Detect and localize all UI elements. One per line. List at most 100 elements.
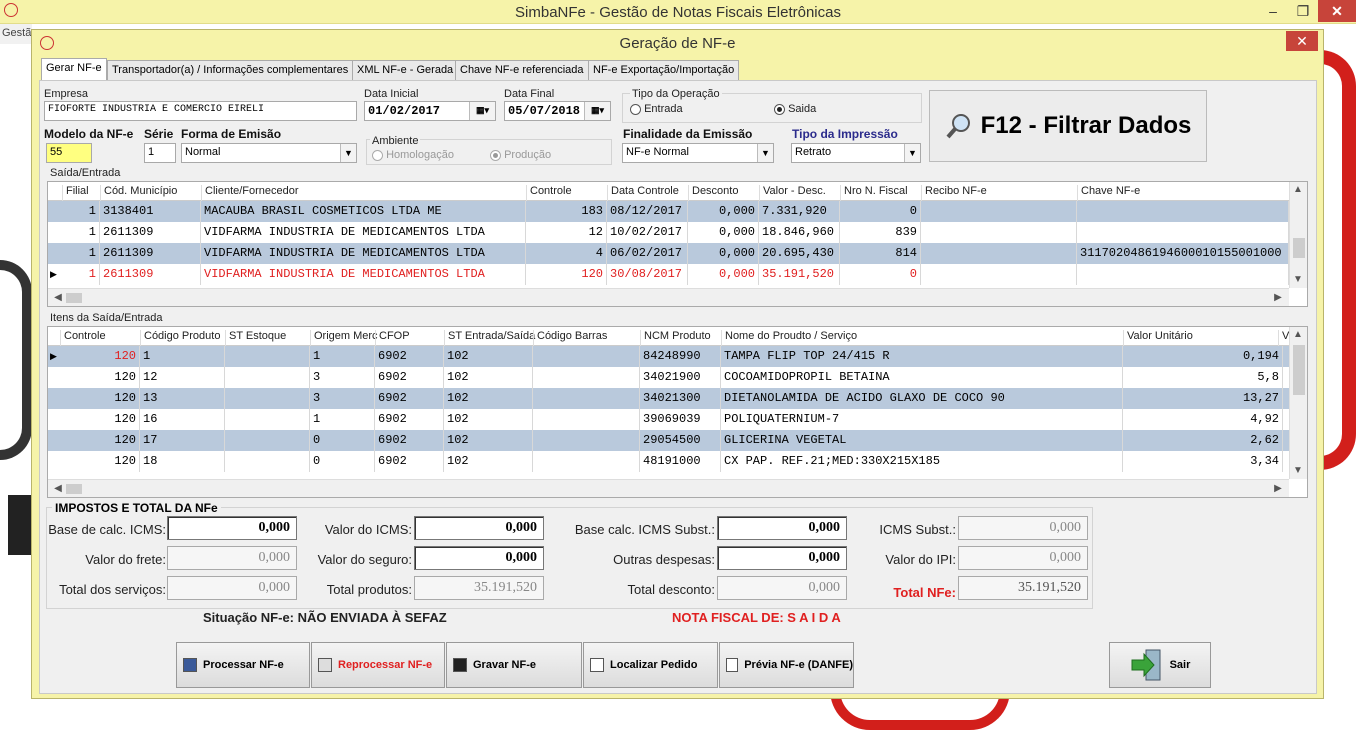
table-cell[interactable] — [1077, 201, 1289, 222]
table-cell[interactable] — [921, 201, 1077, 222]
table-cell[interactable]: 102 — [444, 451, 533, 472]
col-filial[interactable]: Filial — [62, 185, 89, 201]
chevron-down-icon[interactable]: ▼ — [340, 144, 356, 162]
col-v[interactable]: V — [1278, 330, 1289, 346]
table-cell[interactable]: 06/02/2017 — [607, 243, 688, 264]
table-row[interactable]: 120 12 3 6902 102 34021900 COCOAMIDOPROPIL BET… — [48, 367, 1289, 388]
table-cell[interactable]: 0 — [310, 430, 375, 451]
table-cell[interactable]: 1 — [310, 409, 375, 430]
table-row[interactable]: 120 18 0 6902 102 48191000 CX PAP. REF.21;MED:… — [48, 451, 1289, 472]
scroll-down-icon[interactable]: ▼ — [1290, 465, 1306, 476]
serie-field[interactable]: 1 — [144, 143, 176, 163]
itens-hscroll[interactable]: ◀ ▶ — [48, 479, 1289, 497]
table-cell[interactable]: 0,000 — [688, 243, 759, 264]
table-cell[interactable]: 102 — [444, 367, 533, 388]
table-cell[interactable] — [1077, 222, 1289, 243]
col-controle[interactable]: Controle — [526, 185, 572, 201]
table-cell[interactable] — [533, 367, 640, 388]
seguro-field[interactable]: 0,000 — [414, 546, 544, 570]
scroll-left-icon[interactable]: ◀ — [50, 483, 66, 494]
table-cell[interactable]: VIDFARMA INDUSTRIA DE MEDICAMENTOS LTDA — [201, 222, 526, 243]
radio-producao-circle[interactable] — [490, 149, 501, 161]
table-cell[interactable]: 0,194 — [1123, 346, 1283, 367]
table-cell[interactable]: DIETANOLAMIDA DE ACIDO GLAXO DE COCO 90 — [721, 388, 1123, 409]
table-cell[interactable]: 08/12/2017 — [607, 201, 688, 222]
tab-xml-gerada[interactable]: XML NF-e - Gerada — [352, 60, 459, 80]
table-cell[interactable] — [533, 409, 640, 430]
table-cell[interactable]: 4 — [526, 243, 607, 264]
table-cell[interactable]: 6902 — [375, 367, 444, 388]
table-cell[interactable]: GLICERINA VEGETAL — [721, 430, 1123, 451]
col-cod-municipio[interactable]: Cód. Município — [100, 185, 177, 201]
table-cell[interactable]: 1 — [310, 346, 375, 367]
col-valor-desc[interactable]: Valor - Desc. — [759, 185, 826, 201]
table-row[interactable]: 120 16 1 6902 102 39069039 POLIQUATERNIUM-7 4,9… — [48, 409, 1289, 430]
table-cell[interactable] — [921, 264, 1077, 285]
scroll-left-icon[interactable]: ◀ — [50, 292, 66, 303]
table-cell[interactable]: 20.695,430 — [759, 243, 840, 264]
table-cell[interactable]: 34021900 — [640, 367, 721, 388]
table-cell[interactable]: VIDFARMA INDUSTRIA DE MEDICAMENTOS LTDA — [201, 264, 526, 285]
radio-producao[interactable]: Produção — [490, 149, 551, 161]
table-cell[interactable]: 30/08/2017 — [607, 264, 688, 285]
table-cell[interactable] — [225, 451, 310, 472]
table-cell[interactable] — [533, 430, 640, 451]
col-codigo-produto[interactable]: Código Produto — [140, 330, 220, 346]
table-row[interactable]: 1 2611309 VIDFARMA INDUSTRIA DE MEDICAMENT… — [48, 222, 1289, 243]
tab-transportador[interactable]: Transportador(a) / Informações complemen… — [107, 60, 354, 80]
table-cell[interactable] — [533, 388, 640, 409]
table-cell[interactable]: 39069039 — [640, 409, 721, 430]
tab-chave-referenciada[interactable]: Chave NF-e referenciada — [455, 60, 589, 80]
data-final-field[interactable]: 05/07/2018 ▦▾ — [504, 101, 611, 121]
table-cell[interactable]: 6902 — [375, 388, 444, 409]
table-row[interactable]: ▶ 1 2611309 VIDFARMA INDUSTRIA DE MEDICAMEN… — [48, 264, 1289, 285]
radio-saida[interactable]: Saida — [774, 103, 816, 115]
table-cell[interactable]: 120 — [60, 409, 140, 430]
minimize-button[interactable]: ‒ — [1258, 0, 1288, 22]
col-origem[interactable]: Origem Merc — [310, 330, 378, 346]
frete-field[interactable]: 0,000 — [167, 546, 297, 570]
table-cell[interactable]: 0 — [840, 264, 921, 285]
table-cell[interactable]: 3117020486194600010155001000 — [1077, 243, 1289, 264]
col-codigo-barras[interactable]: Código Barras — [533, 330, 607, 346]
scroll-down-icon[interactable]: ▼ — [1290, 274, 1306, 285]
col-desconto[interactable]: Desconto — [688, 185, 738, 201]
table-cell[interactable]: 0,000 — [688, 264, 759, 285]
table-cell[interactable]: 16 — [140, 409, 225, 430]
table-cell[interactable]: 120 — [60, 346, 140, 367]
ipi-field[interactable]: 0,000 — [958, 546, 1088, 570]
scroll-thumb[interactable] — [66, 293, 82, 303]
table-cell[interactable]: TAMPA FLIP TOP 24/415 R — [721, 346, 1123, 367]
table-cell[interactable]: 12 — [526, 222, 607, 243]
forma-emissao-select[interactable]: Normal ▼ — [181, 143, 357, 163]
outras-field[interactable]: 0,000 — [717, 546, 847, 570]
data-inicial-field[interactable]: 01/02/2017 ▦▾ — [364, 101, 496, 121]
table-cell[interactable] — [533, 346, 640, 367]
saida-hscroll[interactable]: ◀ ▶ — [48, 288, 1289, 306]
base-icms-field[interactable]: 0,000 — [167, 516, 297, 540]
table-cell[interactable] — [1077, 264, 1289, 285]
scroll-thumb[interactable] — [1293, 238, 1305, 258]
itens-vscroll[interactable]: ▲ ▼ — [1289, 327, 1307, 479]
table-cell[interactable]: 120 — [60, 430, 140, 451]
icms-subst-field[interactable]: 0,000 — [958, 516, 1088, 540]
table-cell[interactable]: MACAUBA BRASIL COSMETICOS LTDA ME — [201, 201, 526, 222]
total-nfe-field[interactable]: 35.191,520 — [958, 576, 1088, 600]
table-cell[interactable]: 3 — [310, 388, 375, 409]
table-cell[interactable]: VIDFARMA INDUSTRIA DE MEDICAMENTOS LTDA — [201, 243, 526, 264]
table-cell[interactable]: POLIQUATERNIUM-7 — [721, 409, 1123, 430]
col-recibo[interactable]: Recibo NF-e — [921, 185, 987, 201]
table-cell[interactable]: 1 — [60, 264, 100, 285]
table-cell[interactable]: 12 — [140, 367, 225, 388]
table-cell[interactable]: 0,000 — [688, 222, 759, 243]
col-cfop[interactable]: CFOP — [375, 330, 410, 346]
table-cell[interactable]: 102 — [444, 409, 533, 430]
table-cell[interactable]: 48191000 — [640, 451, 721, 472]
table-cell[interactable]: 18 — [140, 451, 225, 472]
table-cell[interactable]: 4,92 — [1123, 409, 1283, 430]
table-row[interactable]: 1 3138401 MACAUBA BRASIL COSMETICOS LTDA M… — [48, 201, 1289, 222]
scroll-right-icon[interactable]: ▶ — [1270, 292, 1286, 303]
table-cell[interactable]: 35.191,520 — [759, 264, 840, 285]
table-cell[interactable] — [533, 451, 640, 472]
radio-entrada-circle[interactable] — [630, 103, 641, 115]
